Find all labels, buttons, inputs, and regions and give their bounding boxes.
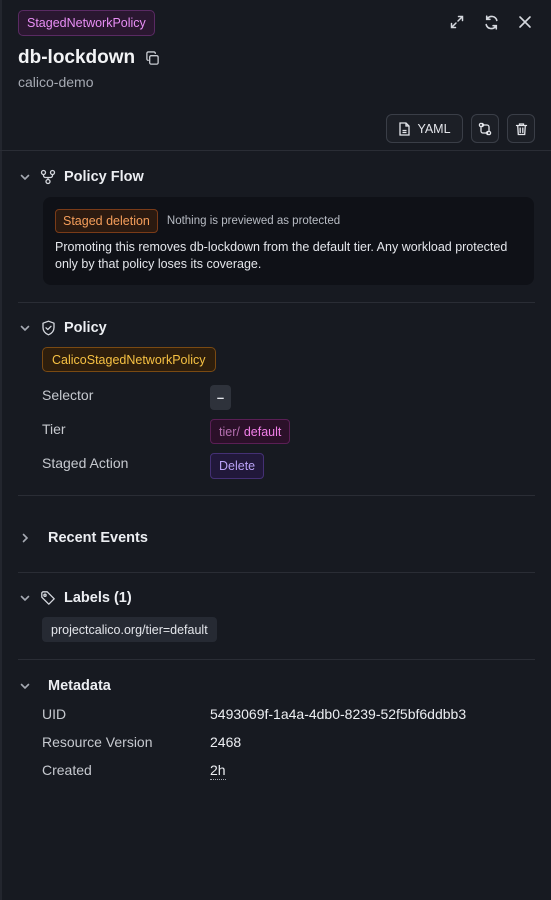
expand-icon[interactable] <box>447 12 467 32</box>
tier-prefix: tier/ <box>219 424 240 439</box>
divider <box>0 150 551 151</box>
staged-deletion-badge: Staged deletion <box>55 209 158 233</box>
resource-version-label: Resource Version <box>42 734 153 750</box>
divider <box>18 302 535 303</box>
copy-icon[interactable] <box>145 50 161 66</box>
tier-label: Tier <box>42 421 66 437</box>
flow-note: Nothing is previewed as protected <box>166 215 341 227</box>
section-title: Policy Flow <box>64 169 144 185</box>
refresh-icon[interactable] <box>481 12 501 32</box>
shield-check-icon <box>40 320 56 336</box>
policy-flow-card: Staged deletion Nothing is previewed as … <box>43 197 534 285</box>
uid-value: 5493069f-1a4a-4db0-8239-52f5bf6ddbb3 <box>210 706 467 722</box>
yaml-button[interactable]: YAML <box>386 114 463 143</box>
divider <box>18 572 535 573</box>
delete-button[interactable] <box>507 114 535 143</box>
tier-badge[interactable]: tier/ default <box>210 419 291 444</box>
policy-flow-header[interactable]: Policy Flow <box>18 169 144 185</box>
selector-value: – <box>210 385 231 410</box>
metadata-header[interactable]: Metadata <box>18 678 111 694</box>
created-label: Created <box>42 762 92 778</box>
chevron-down-icon <box>18 321 32 335</box>
namespace-label: calico-demo <box>18 74 94 90</box>
title-row: db-lockdown <box>18 47 161 69</box>
file-icon <box>398 121 411 136</box>
labels-header[interactable]: Labels (1) <box>18 590 132 606</box>
header-icons <box>447 12 535 32</box>
flow-description: Promoting this removes db-lockdown from … <box>55 240 508 271</box>
section-title: Policy <box>64 320 107 336</box>
close-icon[interactable] <box>515 12 535 32</box>
header-actions: YAML <box>386 114 535 143</box>
staged-action-badge: Delete <box>210 453 265 479</box>
trash-icon <box>515 122 528 136</box>
divider <box>18 495 535 496</box>
uid-label: UID <box>42 706 67 722</box>
kind-badge: StagedNetworkPolicy <box>18 10 155 36</box>
yaml-label: YAML <box>417 121 451 136</box>
resource-name: db-lockdown <box>18 47 136 68</box>
tag-icon <box>40 590 56 606</box>
compare-icon <box>478 122 492 136</box>
selector-label: Selector <box>42 387 94 403</box>
tier-value: default <box>243 424 282 439</box>
compare-button[interactable] <box>471 114 499 143</box>
section-title: Labels (1) <box>64 590 132 606</box>
policy-header[interactable]: Policy <box>18 320 107 336</box>
flow-icon <box>40 169 56 185</box>
policy-kind-badge: CalicoStagedNetworkPolicy <box>42 347 216 372</box>
section-title: Recent Events <box>48 530 148 546</box>
panel-header: StagedNetworkPolicy db-lockdown calico-d… <box>0 0 551 150</box>
chevron-right-icon <box>18 531 32 545</box>
chevron-down-icon <box>18 679 32 693</box>
section-title: Metadata <box>48 678 111 694</box>
chevron-down-icon <box>18 170 32 184</box>
staged-action-label: Staged Action <box>42 455 129 471</box>
label-chip: projectcalico.org/tier=default <box>42 617 217 642</box>
created-value[interactable]: 2h <box>210 762 226 780</box>
divider <box>18 659 535 660</box>
recent-events-header[interactable]: Recent Events <box>18 530 148 546</box>
chevron-down-icon <box>18 591 32 605</box>
resource-version-value: 2468 <box>210 734 242 750</box>
